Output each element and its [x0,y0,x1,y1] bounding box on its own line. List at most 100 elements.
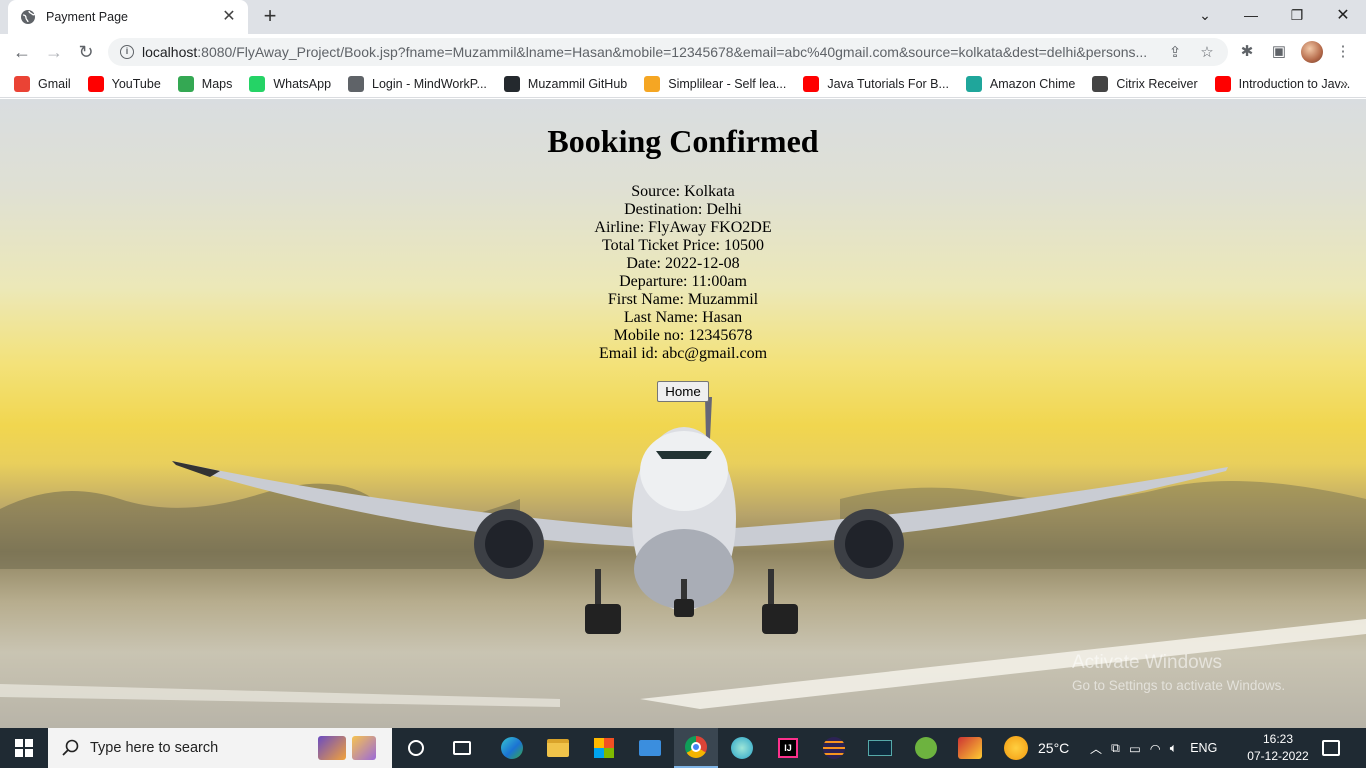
clock-time: 16:23 [1262,732,1294,746]
close-tab-icon[interactable]: ✕ [220,8,238,26]
home-button[interactable]: Home [657,381,709,402]
globe-icon [348,75,365,92]
detail-line: Source: Kolkata [631,183,735,200]
bookmark-item[interactable]: Muzammil GitHub [503,75,628,92]
edge-icon[interactable] [490,728,534,768]
bookmark-item[interactable]: YouTube [87,75,161,92]
reload-button[interactable]: ↻ [74,40,98,64]
weather-widget[interactable]: 25°C [1004,728,1069,768]
bookmark-item[interactable]: Simplilear - Self lea... [644,75,787,92]
detail-line: Departure: 11:00am [619,273,747,290]
network-device-icon[interactable]: ⧉ [1111,741,1120,756]
chime-icon [965,75,982,92]
page-title: Booking Confirmed [547,123,819,159]
address-bar[interactable]: i localhost:8080/FlyAway_Project/Book.js… [108,38,1228,66]
bookmark-item[interactable]: WhatsApp [249,75,332,92]
bookmark-label: Maps [201,76,233,91]
volume-icon[interactable]: 🔈︎ [1170,741,1178,756]
url-path: :8080/FlyAway_Project/Book.jsp?fname=Muz… [197,44,1148,60]
detail-line: Destination: Delhi [624,201,742,218]
youtube-icon [803,75,820,92]
cortana-icon[interactable] [394,728,438,768]
github-icon [503,75,520,92]
mail-icon[interactable] [628,728,672,768]
show-hidden-icons-icon[interactable]: ︿ [1090,740,1102,757]
menu-kebab-icon[interactable]: ⋮ [1333,42,1353,62]
clock[interactable]: 16:23 07-12-2022 [1240,731,1316,765]
bookmark-label: Amazon Chime [989,76,1076,91]
url-text[interactable]: localhost:8080/FlyAway_Project/Book.jsp?… [142,44,1152,60]
bookmark-label: Simplilear - Self lea... [668,76,787,91]
search-highlights-icon [318,736,380,760]
side-panel-icon[interactable]: ▣ [1269,42,1289,62]
weather-sun-icon [1004,736,1028,760]
clock-date: 07-12-2022 [1247,749,1309,763]
start-button[interactable] [0,728,48,768]
page-background: Booking Confirmed Source: Kolkata Destina… [0,99,1366,728]
browser-app-icon[interactable] [720,728,764,768]
bookmark-item[interactable]: Java Tutorials For B... [803,75,949,92]
bookmark-label: Citrix Receiver [1116,76,1198,91]
bookmark-label: Gmail [38,76,71,91]
bookmark-label: Introduction to Jav... [1238,76,1351,91]
tab-strip: Payment Page ✕ + ⌄ — ❐ ✕ [0,0,1366,34]
windows-logo-icon [15,739,33,757]
detail-line: Last Name: Hasan [623,309,743,326]
youtube-icon [87,75,104,92]
file-explorer-icon[interactable] [536,728,580,768]
mysql-icon[interactable] [858,728,902,768]
detail-line: Airline: FlyAway FKO2DE [594,219,772,236]
bookmark-label: Login - MindWorkP... [372,76,487,91]
language-indicator[interactable]: ENG [1190,741,1217,755]
chrome-icon[interactable] [674,728,718,768]
bookmark-item[interactable]: Amazon Chime [965,75,1076,92]
bookmark-item[interactable]: Introduction to Jav... [1214,75,1351,92]
detail-line: Mobile no: 12345678 [613,327,753,344]
taskbar-search-box[interactable]: Type here to search [48,728,392,768]
bookmark-star-icon[interactable]: ☆ [1198,44,1216,62]
new-tab-button[interactable]: + [258,5,282,28]
close-window-button[interactable]: ✕ [1320,0,1366,30]
citrix-icon [1092,75,1109,92]
eclipse-icon[interactable] [812,728,856,768]
app-icon[interactable] [948,728,992,768]
profile-avatar[interactable] [1301,41,1323,63]
task-view-icon[interactable] [440,728,484,768]
search-icon [62,739,79,756]
more-bookmarks-icon[interactable]: » [1340,75,1348,91]
globe-icon [21,10,36,24]
search-placeholder: Type here to search [90,740,219,756]
detail-line: Date: 2022-12-08 [626,255,740,272]
restore-button[interactable]: ❐ [1274,0,1320,30]
minimize-button[interactable]: — [1228,0,1274,30]
detail-line: Total Ticket Price: 10500 [602,237,764,254]
weather-temp: 25°C [1038,740,1070,756]
bookmark-label: WhatsApp [273,76,332,91]
wifi-icon[interactable]: ◠ [1150,741,1161,756]
site-info-icon[interactable]: i [120,45,134,59]
spring-icon[interactable] [904,728,948,768]
watermark-title: Activate Windows [1072,652,1222,673]
extensions-icon[interactable]: ✱ [1237,42,1257,62]
bookmark-item[interactable]: Citrix Receiver [1092,75,1198,92]
back-button[interactable]: ← [10,40,34,64]
activate-windows-watermark: Activate Windows Go to Settings to activ… [1072,652,1285,693]
url-host: localhost [142,44,198,60]
battery-icon[interactable]: ▭ [1129,741,1141,756]
intellij-icon[interactable]: IJ [766,728,810,768]
bookmark-item[interactable]: Login - MindWorkP... [348,75,487,92]
tab-payment-page[interactable]: Payment Page ✕ [8,0,248,34]
forward-button[interactable]: → [42,40,66,64]
tab-search-icon[interactable]: ⌄ [1182,0,1228,30]
store-icon[interactable] [582,728,626,768]
detail-line: Email id: abc@gmail.com [598,345,768,362]
bookmark-label: Muzammil GitHub [527,76,628,91]
notifications-icon[interactable] [1322,728,1340,768]
bookmark-item[interactable]: Maps [177,75,233,92]
whatsapp-icon [249,75,266,92]
share-icon[interactable]: ⇪ [1166,44,1184,62]
tab-title: Payment Page [46,10,128,24]
bookmark-item[interactable]: Gmail [14,75,71,92]
maps-icon [177,75,194,92]
watermark-subtitle: Go to Settings to activate Windows. [1072,678,1286,693]
